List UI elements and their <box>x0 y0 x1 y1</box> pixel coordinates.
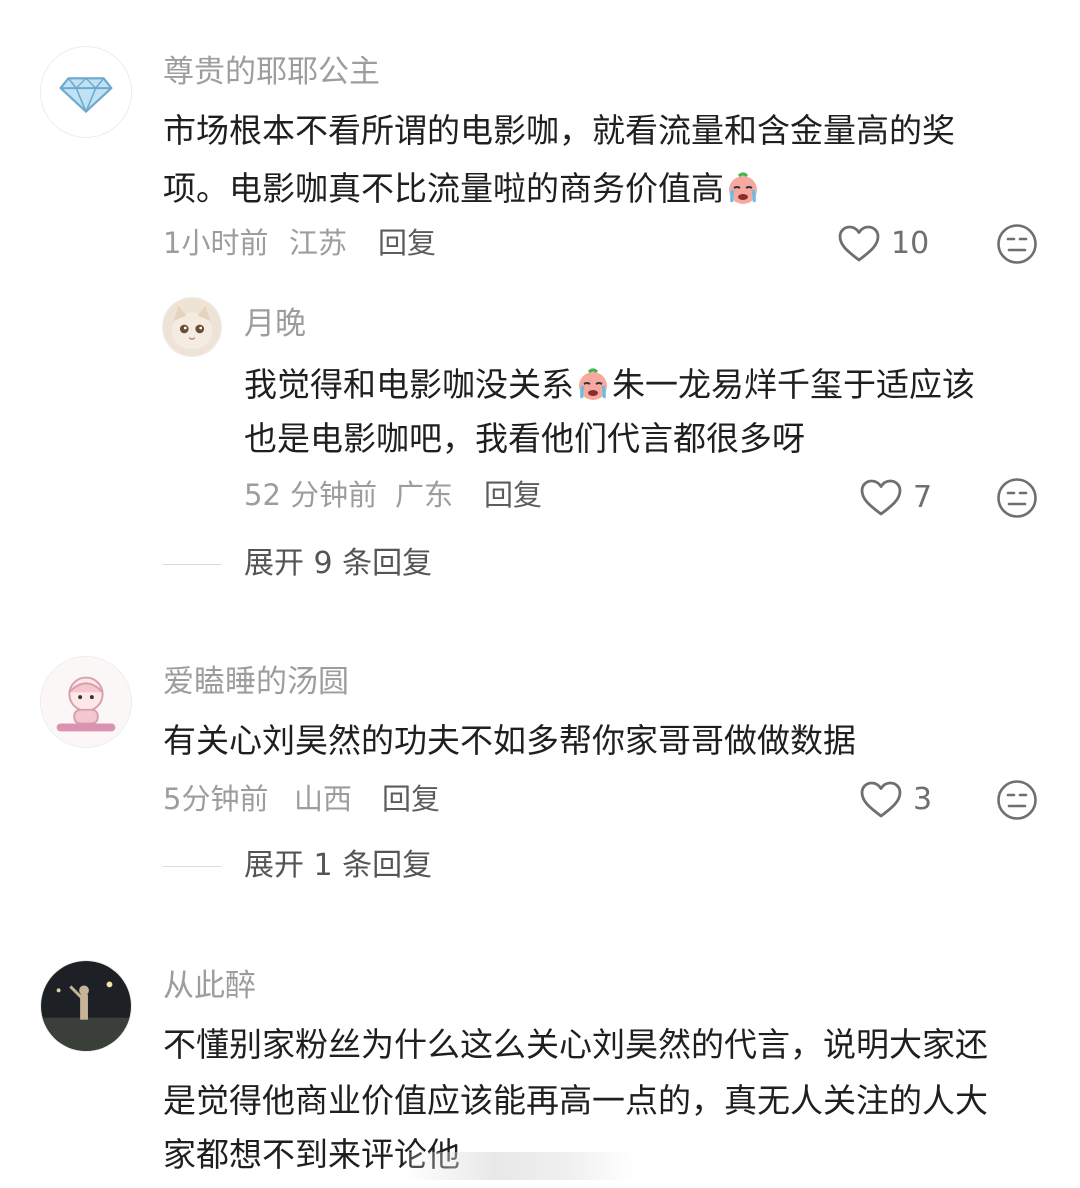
neutral-face-icon <box>997 224 1037 264</box>
like-button[interactable]: 7 <box>859 476 932 520</box>
reply-time: 52 分钟前 <box>244 478 378 512</box>
expand-replies-button[interactable]: 展开 9 条回复 <box>244 549 432 579</box>
like-count: 3 <box>913 782 933 817</box>
cartoon-girl-icon <box>41 657 131 747</box>
heart-icon <box>860 479 902 516</box>
reply-button[interactable]: 回复 <box>378 229 436 258</box>
comment-author[interactable]: 尊贵的耶耶公主 <box>163 57 380 88</box>
dislike-button[interactable] <box>996 223 1038 265</box>
reply-text-line: 我觉得和电影咖没关系 朱一龙易烊千玺于适应该 <box>244 366 975 402</box>
reply-text-segment: 我觉得和电影咖没关系 <box>244 365 574 404</box>
expand-divider <box>163 866 221 867</box>
avatar-cat[interactable] <box>162 297 222 357</box>
neutral-face-icon <box>997 478 1037 518</box>
comment-text-line: 市场根本不看所谓的电影咖，就看流量和含金量高的奖 <box>163 111 955 150</box>
crying-face-emoji <box>725 170 761 206</box>
heart-icon <box>838 225 880 262</box>
reply-location: 广东 <box>395 478 454 512</box>
expand-replies-button[interactable]: 展开 1 条回复 <box>244 851 432 881</box>
like-count: 10 <box>891 226 930 261</box>
heart-icon <box>860 781 902 818</box>
diamond-icon <box>59 77 113 114</box>
neutral-face-icon <box>997 780 1037 820</box>
night-photo-icon <box>41 961 131 1051</box>
comment-author[interactable]: 从此醉 <box>163 971 256 1002</box>
like-button[interactable]: 10 <box>837 222 929 266</box>
reply-author[interactable]: 月晚 <box>244 309 306 340</box>
comment-location: 江苏 <box>289 226 348 260</box>
watermark-overlay <box>404 1152 634 1180</box>
comment-time: 5分钟前 <box>163 782 269 816</box>
comment-author[interactable]: 爱瞌睡的汤圆 <box>163 667 349 698</box>
crying-face-emoji <box>575 366 611 402</box>
like-count: 7 <box>913 480 933 515</box>
comment-text-segment: 项。电影咖真不比流量啦的商务价值高 <box>163 169 724 208</box>
comment-location: 山西 <box>294 782 353 816</box>
reply-text-segment: 朱一龙易烊千玺于适应该 <box>612 365 975 404</box>
comment-time: 1小时前 <box>163 226 269 260</box>
dislike-button[interactable] <box>996 779 1038 821</box>
expand-divider <box>163 564 221 565</box>
comment-text-line: 项。电影咖真不比流量啦的商务价值高 <box>163 170 762 206</box>
avatar-night-photo[interactable] <box>40 960 132 1052</box>
like-button[interactable]: 3 <box>859 778 932 822</box>
cat-avatar-icon <box>163 298 221 356</box>
comment-text-line: 不懂别家粉丝为什么这么关心刘昊然的代言，说明大家还 <box>163 1025 988 1064</box>
reply-button[interactable]: 回复 <box>382 785 440 814</box>
avatar-diamond[interactable] <box>40 46 132 138</box>
avatar-cartoon-girl[interactable] <box>40 656 132 748</box>
dislike-button[interactable] <box>996 477 1038 519</box>
reply-button[interactable]: 回复 <box>484 481 542 510</box>
reply-text-line: 也是电影咖吧，我看他们代言都很多呀 <box>244 419 805 458</box>
comment-text-line: 有关心刘昊然的功夫不如多帮你家哥哥做做数据 <box>163 721 856 760</box>
comment-text-line: 是觉得他商业价值应该能再高一点的，真无人关注的人大 <box>163 1081 988 1120</box>
